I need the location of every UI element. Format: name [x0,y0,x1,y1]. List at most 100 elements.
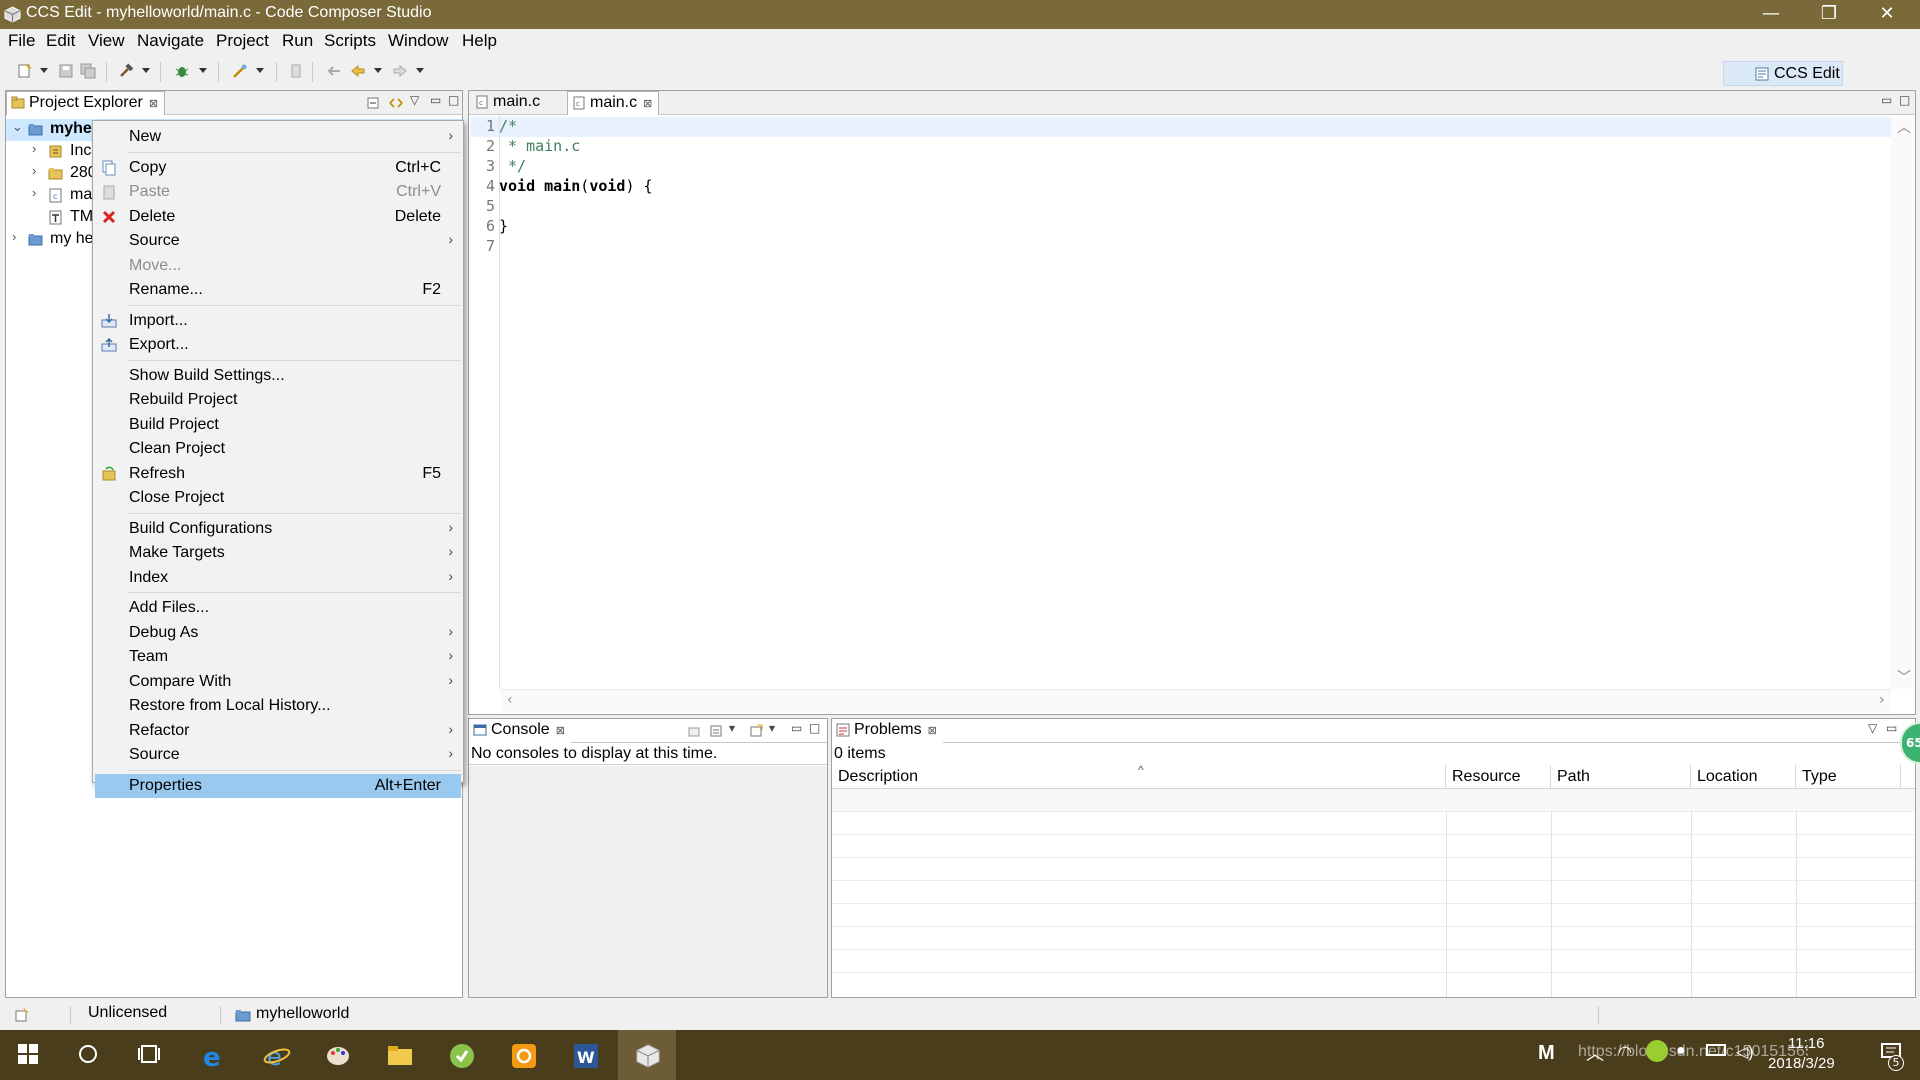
scroll-down-icon[interactable]: ﹀ [1897,667,1911,687]
debug-bug-icon[interactable] [174,63,190,79]
maximize-view-icon[interactable]: □ [1899,93,1910,107]
menu-item-build-project[interactable]: Build Project [95,413,461,437]
wifi-icon[interactable]: ◠ [1618,1042,1632,1062]
menu-item-show-build-settings[interactable]: Show Build Settings... [95,364,461,388]
chevron-right-icon[interactable]: › [32,163,36,178]
maximize-view-icon[interactable]: □ [448,93,459,107]
debug-dropdown-arrow-icon[interactable] [199,68,207,73]
menu-file[interactable]: File [8,31,35,51]
menu-scripts[interactable]: Scripts [324,31,376,51]
save-all-icon[interactable] [80,63,96,79]
tab-console[interactable]: Console ⊠ [469,719,571,743]
scroll-up-icon[interactable]: ︿ [1897,117,1911,137]
build-hammer-icon[interactable] [118,63,134,79]
back-arrow-icon[interactable] [350,63,366,79]
minimize-view-icon[interactable]: ▭ [430,93,441,107]
task-view-button[interactable] [120,1030,178,1080]
display-console-dropdown-icon[interactable]: ▾ [729,721,735,735]
horizontal-scrollbar[interactable]: ‹ › [501,689,1891,713]
chevron-down-icon[interactable]: ⌄ [12,119,23,135]
scroll-right-icon[interactable]: › [1879,692,1885,708]
column-header-location[interactable]: Location [1691,765,1796,789]
menu-item-add-files[interactable]: Add Files... [95,596,461,620]
back-dropdown-arrow-icon[interactable] [374,68,382,73]
vertical-scrollbar[interactable]: ︿ ﹀ [1891,117,1915,689]
menu-item-compare-with[interactable]: Compare With › [95,670,461,694]
start-button[interactable] [0,1030,58,1080]
menu-view[interactable]: View [88,31,125,51]
open-console-icon[interactable] [749,724,763,738]
tool-wand-icon[interactable] [232,63,248,79]
menu-window[interactable]: Window [388,31,448,51]
tab-main-c-1[interactable]: c main.c [471,91,546,115]
close-tab-icon[interactable]: ⊠ [149,98,158,110]
action-center-button[interactable]: 5 [1872,1038,1912,1074]
tab-project-explorer[interactable]: Project Explorer ⊠ [6,91,166,115]
minimize-view-icon[interactable]: ▭ [1881,93,1892,107]
floating-speed-badge[interactable]: 65 [1900,722,1920,764]
column-header-path[interactable]: Path [1551,765,1691,789]
menu-item-clean-project[interactable]: Clean Project [95,437,461,461]
code-area[interactable]: 1/* 2 * main.c 3 */ 4 void main(void) { 5… [469,117,1889,677]
view-menu-icon[interactable]: ▽ [1868,721,1877,735]
taskbar-edge-browser[interactable]: e [184,1030,242,1080]
column-header-description[interactable]: Description ^ [832,763,1446,789]
menu-project[interactable]: Project [216,31,269,51]
menu-item-copy[interactable]: Copy Ctrl+C [95,156,461,180]
link-with-editor-icon[interactable] [388,96,404,110]
restore-button[interactable]: ❐ [1800,0,1858,29]
taskbar-word[interactable]: W [556,1030,614,1080]
pin-icon[interactable] [288,63,304,79]
menu-help[interactable]: Help [462,31,497,51]
menu-item-rename[interactable]: Rename... F2 [95,278,461,302]
menu-item-index[interactable]: Index › [95,566,461,590]
minimize-view-icon[interactable]: ▭ [791,721,802,735]
menu-item-delete[interactable]: Delete Delete [95,205,461,229]
close-tab-icon[interactable]: ⊠ [643,98,652,110]
last-edit-icon[interactable] [326,63,342,79]
search-button[interactable] [60,1030,118,1080]
menu-item-make-targets[interactable]: Make Targets › [95,541,461,565]
perspective-ccs-edit-button[interactable]: CCS Edit [1723,61,1843,86]
column-header-type[interactable]: Type [1796,765,1901,789]
tool-dropdown-arrow-icon[interactable] [256,68,264,73]
close-button[interactable]: ✕ [1858,0,1916,29]
new-dropdown-arrow-icon[interactable] [40,68,48,73]
menu-item-close-project[interactable]: Close Project [95,486,461,510]
menu-item-refresh[interactable]: Refresh F5 [95,462,461,486]
menu-run[interactable]: Run [282,31,313,51]
chevron-right-icon[interactable]: › [32,185,36,200]
menu-item-restore-from-local-history[interactable]: Restore from Local History... [95,694,461,718]
taskbar-file-explorer[interactable] [370,1030,428,1080]
menu-edit[interactable]: Edit [46,31,75,51]
taskbar-paint-app[interactable] [308,1030,366,1080]
taskbar-green-app[interactable] [432,1030,490,1080]
scroll-left-icon[interactable]: ‹ [507,692,513,708]
menu-navigate[interactable]: Navigate [137,31,204,51]
save-icon[interactable] [58,63,74,79]
qq-tray-icon[interactable]: ● [1676,1042,1686,1060]
chevron-right-icon[interactable]: › [32,141,36,156]
open-console-dropdown-icon[interactable]: ▾ [769,721,775,735]
menu-item-refactor[interactable]: Refactor › [95,719,461,743]
tab-main-c-2[interactable]: c main.c ⊠ [567,91,660,115]
volume-icon[interactable]: ◁) [1736,1042,1754,1062]
chevron-right-icon[interactable]: › [12,229,16,244]
forward-arrow-icon[interactable] [392,63,408,79]
clock[interactable]: 11:16 2018/3/29 [1764,1033,1874,1077]
taskbar-orange-app[interactable] [494,1030,552,1080]
forward-dropdown-arrow-icon[interactable] [416,68,424,73]
menu-item-export[interactable]: Export... [95,333,461,357]
ime-indicator-icon[interactable]: M [1538,1042,1555,1065]
menu-item-debug-as[interactable]: Debug As › [95,621,461,645]
menu-item-import[interactable]: Import... [95,309,461,333]
new-file-icon[interactable] [16,63,32,79]
close-tab-icon[interactable]: ⊠ [928,725,937,737]
minimize-button[interactable]: — [1742,0,1800,29]
view-menu-icon[interactable]: ▽ [410,93,419,107]
tab-problems[interactable]: Problems ⊠ [832,719,943,743]
fast-view-icon[interactable] [14,1007,30,1023]
battery-icon[interactable] [1706,1044,1726,1056]
menu-item-team[interactable]: Team › [95,645,461,669]
show-hidden-icons-chevron-icon[interactable]: ︿ [1586,1040,1604,1066]
